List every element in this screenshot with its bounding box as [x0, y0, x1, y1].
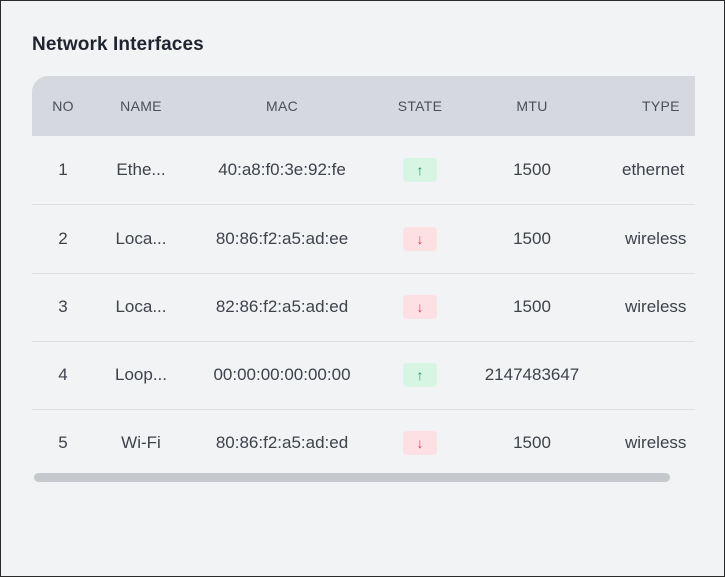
cell-no: 5 — [58, 433, 68, 452]
cell-mac: 80:86:f2:a5:ad:ee — [215, 229, 349, 248]
cell-mtu: 1500 — [513, 160, 551, 179]
cell-name: Ethe... — [116, 160, 166, 179]
cell-name: Loop... — [115, 365, 167, 384]
cell-name: Wi-Fi — [121, 433, 161, 452]
cell-type: wireless — [625, 229, 687, 248]
cell-mtu: 1500 — [513, 433, 551, 452]
cell-no: 2 — [58, 229, 68, 248]
arrow-down-icon: ↓ — [403, 226, 437, 251]
arrow-up-icon: ↑ — [403, 362, 437, 387]
cell-type: wireless — [625, 297, 687, 316]
cell-mtu: 2147483647 — [484, 365, 580, 384]
cell-state: ↑ — [382, 136, 458, 204]
arrow-down-icon: ↓ — [403, 430, 437, 455]
cell-mac: 40:a8:f0:3e:92:fe — [218, 160, 346, 179]
scrollbar-thumb[interactable] — [34, 473, 670, 482]
arrow-up-icon: ↑ — [403, 157, 437, 182]
cell-name: Loca... — [115, 229, 167, 248]
column-header-mtu: MTU — [516, 98, 548, 114]
cell-name: Loca... — [115, 297, 167, 316]
interfaces-table: NO NAME MAC STATE MTU TYPE 1 Ethe... 40:… — [32, 76, 695, 476]
cell-no: 3 — [58, 297, 68, 316]
cell-state: ↑ — [382, 341, 458, 409]
page-title: Network Interfaces — [32, 34, 204, 55]
column-header-no: NO — [52, 98, 74, 114]
table-row: 5 Wi-Fi 80:86:f2:a5:ad:ed ↓ 1500 wireles… — [32, 409, 695, 476]
cell-type — [625, 341, 695, 409]
cell-no: 4 — [58, 365, 68, 384]
cell-state: ↓ — [382, 409, 458, 476]
arrow-down-icon: ↓ — [403, 294, 437, 319]
table-row: 3 Loca... 82:86:f2:a5:ad:ed ↓ 1500 wirel… — [32, 273, 695, 342]
column-header-type: TYPE — [642, 98, 680, 114]
cell-mac: 80:86:f2:a5:ad:ed — [215, 433, 349, 452]
table-row: 2 Loca... 80:86:f2:a5:ad:ee ↓ 1500 wirel… — [32, 205, 695, 274]
cell-no: 1 — [58, 160, 68, 179]
column-header-state: STATE — [397, 98, 443, 114]
cell-mtu: 1500 — [513, 229, 551, 248]
column-header-mac: MAC — [265, 98, 298, 114]
cell-type: ethernet — [622, 160, 685, 179]
table-row: 4 Loop... 00:00:00:00:00:00 ↑ 2147483647 — [32, 341, 695, 410]
network-interfaces-panel: Network Interfaces NO NAME MAC STATE MTU… — [0, 0, 725, 577]
cell-mac: 82:86:f2:a5:ad:ed — [215, 297, 349, 316]
cell-mac: 00:00:00:00:00:00 — [213, 365, 351, 384]
horizontal-scrollbar[interactable] — [34, 473, 672, 483]
cell-type: wireless — [625, 433, 687, 452]
cell-state: ↓ — [382, 273, 458, 341]
table-row: 1 Ethe... 40:a8:f0:3e:92:fe ↑ 1500 ether… — [32, 136, 695, 205]
column-header-name: NAME — [120, 98, 162, 114]
cell-state: ↓ — [382, 205, 458, 273]
table-header: NO NAME MAC STATE MTU TYPE — [32, 76, 695, 136]
cell-mtu: 1500 — [513, 297, 551, 316]
